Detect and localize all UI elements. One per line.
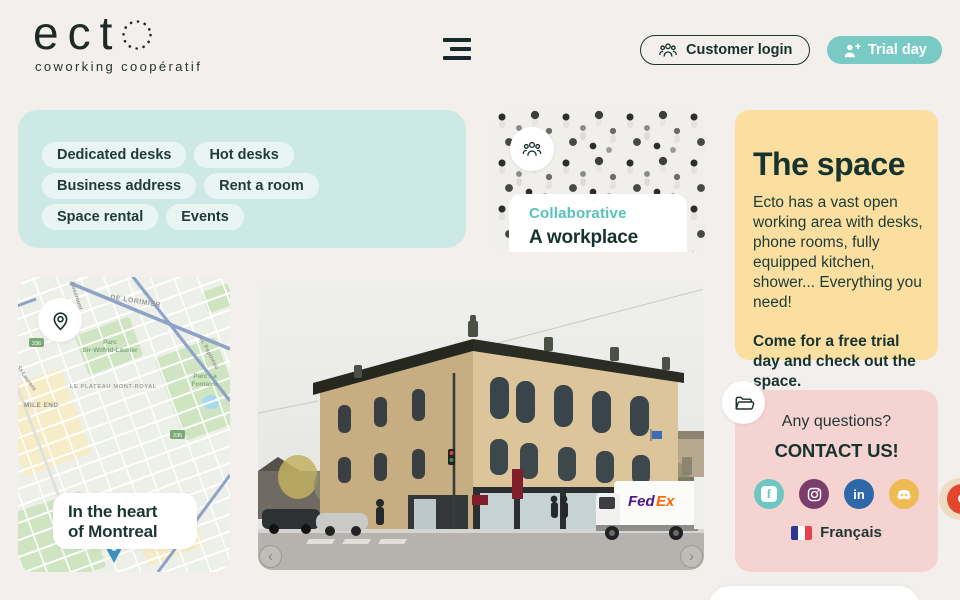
people-group-icon bbox=[658, 41, 678, 59]
logo-text: ect bbox=[33, 10, 121, 56]
person-plus-icon bbox=[842, 42, 861, 59]
carousel-prev-button[interactable]: ‹ bbox=[259, 545, 282, 568]
linkedin-icon[interactable]: in bbox=[844, 479, 874, 509]
the-space-body: Ecto has a vast open working area with d… bbox=[753, 193, 925, 313]
map-caption: In the heart of Montreal bbox=[53, 493, 197, 549]
service-pill-space-rental[interactable]: Space rental bbox=[42, 204, 158, 230]
map-district-label: MILE END bbox=[24, 402, 59, 409]
the-space-cta: Come for a free trial day and check out … bbox=[753, 332, 925, 392]
the-space-title: The space bbox=[753, 146, 925, 183]
map-park-label: Parc La Fontaine bbox=[188, 373, 222, 389]
service-pill-rent-a-room[interactable]: Rent a room bbox=[204, 173, 319, 199]
svg-text:336: 336 bbox=[32, 341, 41, 347]
language-label: Français bbox=[820, 524, 882, 541]
collaborative-card[interactable]: Collaborative A workplace bbox=[493, 110, 705, 252]
next-section-card-peek bbox=[708, 586, 920, 600]
instagram-icon[interactable] bbox=[799, 479, 829, 509]
logo-tagline: coworking coopératif bbox=[35, 59, 202, 74]
customer-login-button[interactable]: Customer login bbox=[640, 35, 810, 65]
facebook-icon[interactable]: f bbox=[754, 479, 784, 509]
map-caption-line2: of Montreal bbox=[68, 522, 197, 542]
map-caption-line1: In the heart bbox=[68, 502, 197, 522]
folder-badge bbox=[722, 381, 765, 424]
location-badge bbox=[38, 298, 82, 342]
language-switcher[interactable]: Français bbox=[791, 524, 882, 541]
social-links: f in bbox=[754, 479, 919, 509]
discord-icon[interactable] bbox=[889, 479, 919, 509]
ecto-chat-widget-button[interactable]: e bbox=[939, 478, 960, 520]
folder-icon bbox=[733, 393, 755, 413]
the-space-text: The space Ecto has a vast open working a… bbox=[753, 146, 925, 392]
ecto-e-badge: e bbox=[947, 484, 960, 514]
contact-question: Any questions? bbox=[782, 413, 891, 431]
logo-wordmark: ect bbox=[33, 10, 202, 56]
collaborative-overlay: Collaborative A workplace bbox=[509, 194, 687, 252]
contact-cta: CONTACT US! bbox=[775, 440, 899, 462]
menu-hamburger-icon[interactable] bbox=[443, 38, 471, 64]
people-group-icon bbox=[521, 139, 543, 159]
contact-card: Any questions? CONTACT US! f in Français bbox=[735, 390, 938, 572]
collaborative-title: A workplace bbox=[529, 227, 687, 249]
building-photo-card: FedEx ‹ › bbox=[258, 281, 704, 570]
map-park-label: Parc Sir-Wilfrid-Laurier bbox=[78, 339, 142, 355]
community-badge bbox=[510, 127, 554, 171]
trial-day-button[interactable]: Trial day bbox=[827, 36, 942, 64]
svg-text:Fed: Fed bbox=[628, 493, 656, 510]
services-card: Dedicated desks Hot desks Business addre… bbox=[18, 110, 466, 248]
map-card[interactable]: 336 335 DE LORIMIER Rosemont Parc Sir-Wi… bbox=[18, 277, 230, 572]
collaborative-tag: Collaborative bbox=[529, 205, 687, 222]
ecto-logo[interactable]: ect coworking coopératif bbox=[33, 10, 202, 74]
service-pill-dedicated-desks[interactable]: Dedicated desks bbox=[42, 142, 186, 168]
svg-text:Ex: Ex bbox=[656, 493, 675, 510]
location-pin-icon bbox=[49, 309, 72, 332]
service-pill-events[interactable]: Events bbox=[166, 204, 244, 230]
carousel-next-button[interactable]: › bbox=[680, 545, 703, 568]
services-pill-list: Dedicated desks Hot desks Business addre… bbox=[42, 142, 319, 230]
service-pill-business-address[interactable]: Business address bbox=[42, 173, 196, 199]
french-flag-icon bbox=[791, 526, 812, 540]
customer-login-label: Customer login bbox=[686, 42, 792, 58]
building-photo-illustration: FedEx bbox=[258, 281, 704, 570]
logo-dotted-o-icon bbox=[119, 17, 155, 53]
trial-day-label: Trial day bbox=[868, 42, 927, 58]
svg-text:335: 335 bbox=[173, 433, 182, 439]
service-pill-hot-desks[interactable]: Hot desks bbox=[194, 142, 293, 168]
map-district-label: LE PLATEAU-MONT-ROYAL bbox=[70, 384, 157, 390]
